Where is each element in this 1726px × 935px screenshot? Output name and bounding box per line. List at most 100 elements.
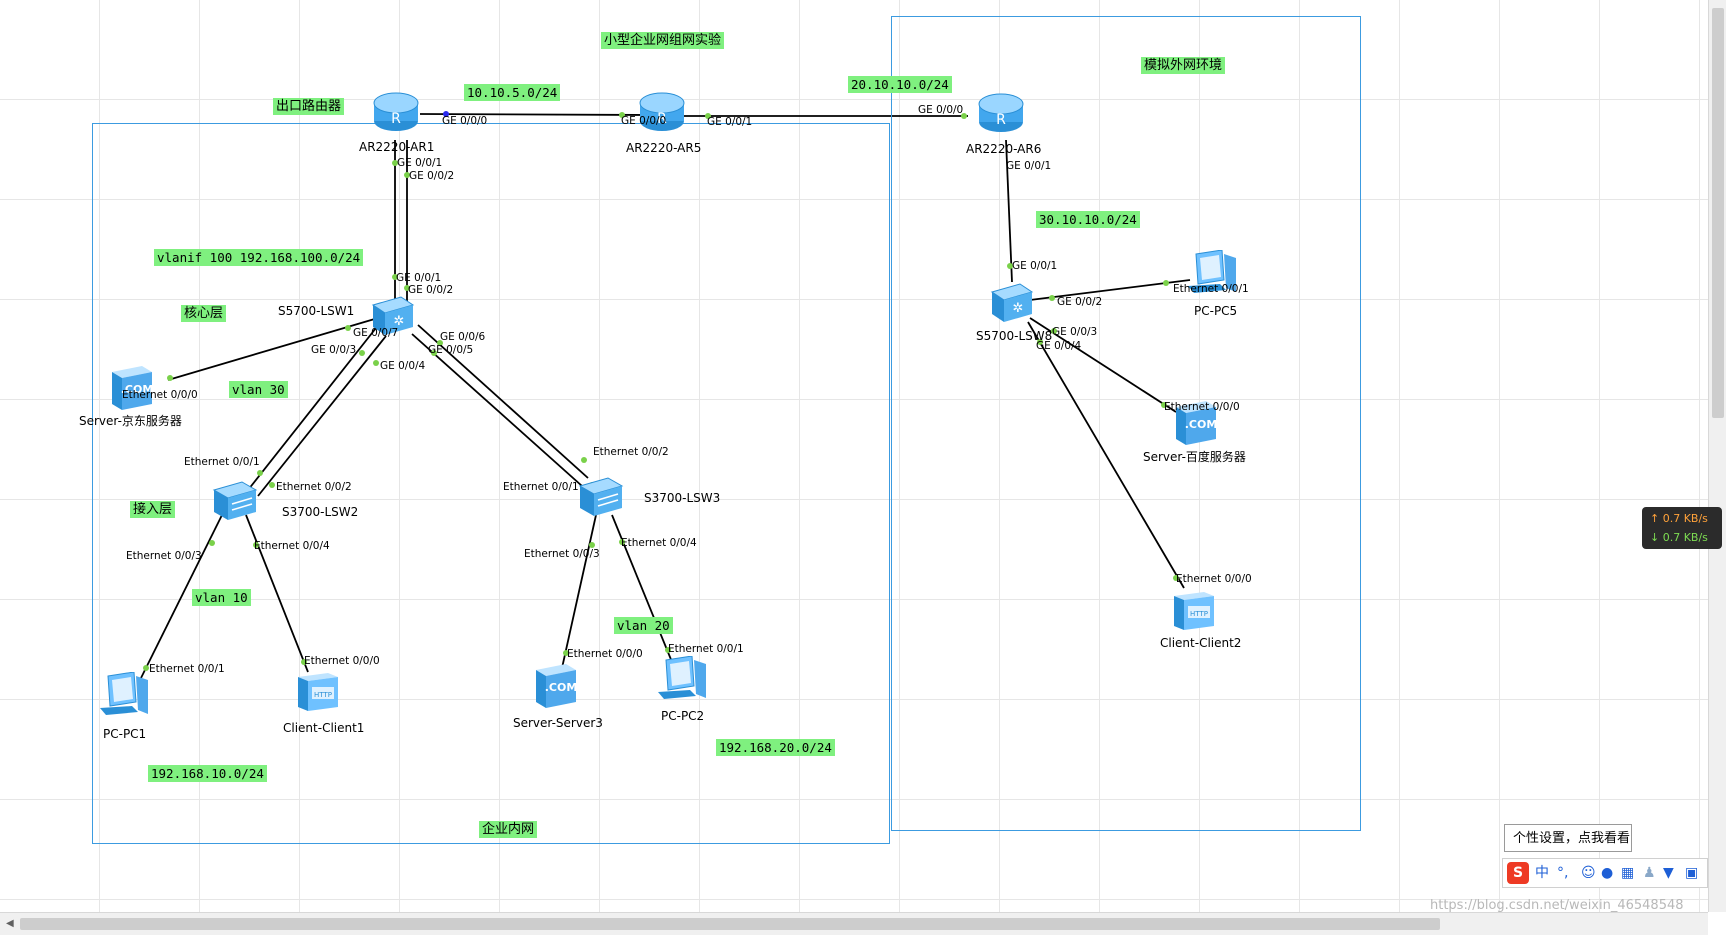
diagram-title[interactable]: 小型企业网组网实验 (601, 32, 725, 49)
subnet-external-note[interactable]: 30.10.10.0/24 (1036, 211, 1140, 228)
network-speed-widget[interactable]: ↑ 0.7 KB/s ↓ 0.7 KB/s (1642, 507, 1722, 549)
port-label: GE 0/0/2 (1057, 296, 1103, 308)
layer2-switch-icon (212, 481, 258, 520)
topology-canvas[interactable]: 小型企业网组网实验 企业内网 模拟外网环境 出口路由器 10.10.5.0/24… (0, 0, 1708, 912)
vertical-scrollbar-thumb[interactable] (1712, 8, 1724, 418)
svg-text:R: R (391, 111, 401, 127)
upload-speed: ↑ 0.7 KB/s (1650, 512, 1708, 525)
scroll-left-icon[interactable]: ◀ (6, 918, 14, 930)
server-server3[interactable]: .COM (532, 662, 578, 714)
svg-text:.COM: .COM (1185, 418, 1218, 431)
port-label: GE 0/0/6 (440, 331, 486, 343)
core-layer-note[interactable]: 核心层 (181, 305, 227, 322)
user-icon[interactable]: ♟ (1643, 865, 1656, 881)
client-icon: HTTP (298, 673, 338, 711)
watermark: https://blog.csdn.net/weixin_46548548 (1430, 898, 1684, 913)
port-label: GE 0/0/2 (409, 170, 455, 182)
router-ar5[interactable]: R (637, 89, 687, 139)
emoji-icon[interactable]: ☺ (1581, 865, 1596, 881)
port-label: GE 0/0/0 (442, 115, 488, 127)
core-switch-lsw8[interactable]: ✲ (988, 280, 1034, 328)
access-layer-note[interactable]: 接入层 (130, 501, 176, 518)
port-label: Ethernet 0/0/2 (276, 481, 352, 493)
client-client2[interactable]: HTTP (1170, 590, 1218, 636)
svg-text:.COM: .COM (545, 681, 578, 694)
port-label: GE 0/0/1 (1012, 260, 1058, 272)
access-switch-lsw2[interactable] (212, 480, 258, 526)
device-name-pc1: PC-PC1 (103, 727, 147, 741)
egress-router-note[interactable]: 出口路由器 (273, 98, 345, 115)
device-name-baidu-server: Server-百度服务器 (1143, 450, 1246, 464)
port-label: GE 0/0/4 (380, 360, 426, 372)
vlan20-note[interactable]: vlan 20 (614, 617, 673, 634)
pc-icon (658, 655, 706, 699)
device-name-client2: Client-Client2 (1160, 636, 1242, 650)
device-name-jd-server: Server-京东服务器 (79, 414, 182, 428)
device-name-ar5: AR2220-AR5 (626, 141, 702, 155)
horizontal-scrollbar-thumb[interactable] (20, 918, 1440, 930)
router-ar1[interactable]: R (371, 89, 421, 139)
port-label: GE 0/0/1 (1006, 160, 1052, 172)
port-label: GE 0/0/0 (621, 115, 667, 127)
port-label: GE 0/0/3 (1052, 326, 1098, 338)
ime-mode-toggle[interactable]: 中 (1535, 865, 1549, 881)
pc-pc2[interactable] (656, 655, 710, 704)
router-ar6[interactable]: R (976, 90, 1026, 140)
router-icon: R (639, 92, 685, 131)
toolbox-icon[interactable]: ▣ (1685, 865, 1698, 881)
vlan10-note[interactable]: vlan 10 (192, 589, 251, 606)
layer3-switch-icon: ✲ (990, 283, 1034, 322)
keyboard-icon[interactable]: ▦ (1621, 865, 1634, 881)
router-icon: R (978, 93, 1024, 132)
vlan30-note[interactable]: vlan 30 (229, 381, 288, 398)
port-label: Ethernet 0/0/1 (503, 481, 579, 493)
download-speed: ↓ 0.7 KB/s (1650, 531, 1708, 544)
external-area-label[interactable]: 模拟外网环境 (1141, 57, 1226, 74)
sogou-logo-icon[interactable]: S (1507, 862, 1529, 884)
device-name-pc5: PC-PC5 (1194, 304, 1238, 318)
external-area[interactable] (891, 16, 1361, 831)
port-label: GE 0/0/2 (408, 284, 454, 296)
punctuation-toggle[interactable]: °, (1557, 865, 1568, 881)
pc-icon (100, 671, 148, 715)
horizontal-scrollbar[interactable]: ◀ (0, 912, 1708, 935)
port-label: Ethernet 0/0/0 (1164, 401, 1240, 413)
port-label: GE 0/0/0 (918, 104, 964, 116)
vertical-scrollbar[interactable] (1708, 0, 1726, 912)
device-name-lsw1: S5700-LSW1 (278, 304, 355, 318)
port-label: Ethernet 0/0/3 (524, 548, 600, 560)
svg-text:HTTP: HTTP (314, 691, 332, 699)
subnet-ar5-ar6-note[interactable]: 20.10.10.0/24 (848, 76, 952, 93)
access-switch-lsw3[interactable] (578, 476, 624, 522)
client-client1[interactable]: HTTP (294, 671, 342, 717)
port-label: GE 0/0/1 (707, 116, 753, 128)
pc-pc1[interactable] (98, 671, 152, 720)
subnet-ar1-ar5-note[interactable]: 10.10.5.0/24 (464, 84, 561, 101)
port-label: GE 0/0/3 (311, 344, 357, 356)
port-label: GE 0/0/1 (396, 272, 442, 284)
port-label: Ethernet 0/0/0 (122, 389, 198, 401)
ime-toolbar[interactable]: S 中 °, ☺ ● ▦ ♟ ▼ ▣ (1502, 858, 1708, 888)
router-icon: R (373, 92, 419, 131)
port-label: Ethernet 0/0/1 (149, 663, 225, 675)
port-label: Ethernet 0/0/0 (567, 648, 643, 660)
device-name-ar1: AR2220-AR1 (359, 140, 435, 154)
svg-text:✲: ✲ (1013, 301, 1024, 316)
vlanif-note[interactable]: vlanif 100 192.168.100.0/24 (154, 249, 364, 266)
port-label: GE 0/0/1 (397, 157, 443, 169)
port-label: Ethernet 0/0/0 (304, 655, 380, 667)
skin-icon[interactable]: ▼ (1663, 865, 1674, 881)
intranet-area-label[interactable]: 企业内网 (479, 821, 538, 838)
port-label: GE 0/0/7 (353, 327, 399, 339)
port-label: Ethernet 0/0/1 (668, 643, 744, 655)
client-icon: HTTP (1174, 592, 1214, 630)
port-label: Ethernet 0/0/4 (621, 537, 697, 549)
device-name-pc2: PC-PC2 (661, 709, 705, 723)
subnet-vlan10-note[interactable]: 192.168.10.0/24 (148, 765, 267, 782)
microphone-icon[interactable]: ● (1601, 865, 1613, 881)
svg-text:HTTP: HTTP (1190, 610, 1208, 618)
subnet-vlan20-note[interactable]: 192.168.20.0/24 (716, 739, 835, 756)
ime-settings-tooltip[interactable]: 个性设置，点我看看 (1504, 824, 1632, 852)
port-label: GE 0/0/5 (428, 344, 474, 356)
device-name-client1: Client-Client1 (283, 721, 365, 735)
